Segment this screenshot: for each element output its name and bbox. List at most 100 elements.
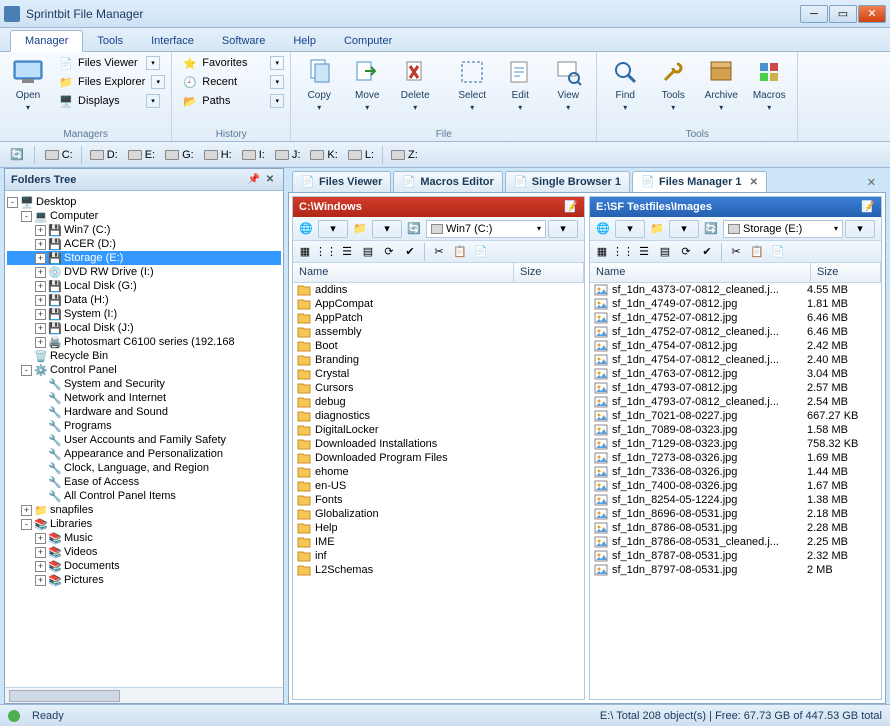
dropdown-icon[interactable]: ▾ xyxy=(151,75,165,89)
tabs-close-button[interactable]: ✕ xyxy=(861,173,882,192)
note-icon[interactable]: 📝 xyxy=(861,200,875,214)
tree-node[interactable]: +💾Local Disk (J:) xyxy=(7,321,281,335)
paste-icon[interactable]: 📄 xyxy=(472,244,490,260)
expander-icon[interactable]: + xyxy=(35,281,46,292)
expander-icon[interactable]: + xyxy=(35,309,46,320)
tools-button[interactable]: Tools▾ xyxy=(651,54,695,114)
view-list-icon[interactable]: ⋮⋮ xyxy=(614,244,632,260)
delete-button[interactable]: Delete▾ xyxy=(393,54,437,114)
horizontal-scrollbar[interactable] xyxy=(5,687,283,703)
file-tab[interactable]: 📄Macros Editor xyxy=(393,171,502,192)
note-icon[interactable]: 📝 xyxy=(564,200,578,214)
tree-node[interactable]: -📚Libraries xyxy=(7,517,281,531)
name-column[interactable]: Name xyxy=(293,263,514,282)
tree-node[interactable]: 🔧System and Security xyxy=(7,377,281,391)
paste-icon[interactable]: 📄 xyxy=(769,244,787,260)
recent-button[interactable]: 🕘Recent xyxy=(178,73,268,91)
drive-button-l[interactable]: L: xyxy=(344,147,378,163)
size-column[interactable]: Size xyxy=(514,263,584,282)
menu-tab-tools[interactable]: Tools xyxy=(83,31,137,51)
menu-tab-software[interactable]: Software xyxy=(208,31,279,51)
macros-button[interactable]: Macros▾ xyxy=(747,54,791,114)
tree-node[interactable]: +📚Documents xyxy=(7,559,281,573)
refresh-icon[interactable]: ⟳ xyxy=(380,244,398,260)
file-row[interactable]: debug xyxy=(293,395,584,409)
drive-button-k[interactable]: K: xyxy=(306,147,341,163)
file-row[interactable]: sf_1dn_4763-07-0812.jpg3.04 MB xyxy=(590,367,881,381)
cut-icon[interactable]: ✂ xyxy=(430,244,448,260)
file-tab[interactable]: 📄Files Manager 1✕ xyxy=(632,171,767,192)
tree-node[interactable]: +📁snapfiles xyxy=(7,503,281,517)
file-row[interactable]: IME xyxy=(293,535,584,549)
drive-button-d[interactable]: D: xyxy=(86,147,122,163)
file-row[interactable]: sf_1dn_4754-07-0812.jpg2.42 MB xyxy=(590,339,881,353)
favorites-button[interactable]: ⭐Favorites xyxy=(178,54,268,72)
dropdown-icon[interactable]: ▾ xyxy=(146,94,160,108)
file-tab[interactable]: 📄Single Browser 1 xyxy=(505,171,630,192)
expander-icon[interactable]: + xyxy=(35,533,46,544)
tree-node[interactable]: +💾Data (H:) xyxy=(7,293,281,307)
tab-close-icon[interactable]: ✕ xyxy=(750,177,758,188)
dropdown-button[interactable]: ▾ xyxy=(669,220,699,238)
copy-icon[interactable]: 📋 xyxy=(451,244,469,260)
tree-node[interactable]: +💾Storage (E:) xyxy=(7,251,281,265)
file-row[interactable]: Branding xyxy=(293,353,584,367)
file-row[interactable]: Downloaded Program Files xyxy=(293,451,584,465)
file-row[interactable]: inf xyxy=(293,549,584,563)
tree-node[interactable]: 🔧All Control Panel Items xyxy=(7,489,281,503)
tree-node[interactable]: +💾Win7 (C:) xyxy=(7,223,281,237)
folder-up-icon[interactable]: 📁 xyxy=(350,220,370,238)
expander-icon[interactable]: + xyxy=(35,253,46,264)
archive-button[interactable]: Archive▾ xyxy=(699,54,743,114)
drive-button-c[interactable]: C: xyxy=(41,147,77,163)
panel-close-button[interactable]: ✕ xyxy=(263,173,277,187)
dropdown-button[interactable]: ▾ xyxy=(548,220,578,238)
tree-node[interactable]: 🔧Clock, Language, and Region xyxy=(7,461,281,475)
file-row[interactable]: sf_1dn_8254-05-1224.jpg1.38 MB xyxy=(590,493,881,507)
tree-node[interactable]: +📚Pictures xyxy=(7,573,281,587)
file-row[interactable]: sf_1dn_7273-08-0326.jpg1.69 MB xyxy=(590,451,881,465)
file-row[interactable]: Crystal xyxy=(293,367,584,381)
drive-button-h[interactable]: H: xyxy=(200,147,236,163)
drive-button-z[interactable]: Z: xyxy=(387,147,422,163)
pin-button[interactable]: 📌 xyxy=(247,173,261,187)
tree-node[interactable]: 🔧Appearance and Personalization xyxy=(7,447,281,461)
check-icon[interactable]: ✔ xyxy=(401,244,419,260)
tree-node[interactable]: 🔧Ease of Access xyxy=(7,475,281,489)
cut-icon[interactable]: ✂ xyxy=(727,244,745,260)
view-tiles-icon[interactable]: ▤ xyxy=(359,244,377,260)
tree-body[interactable]: -🖥️Desktop-💻Computer+💾Win7 (C:)+💾ACER (D… xyxy=(5,191,283,687)
menu-tab-help[interactable]: Help xyxy=(279,31,330,51)
tree-node[interactable]: 🔧Programs xyxy=(7,419,281,433)
dropdown-icon[interactable]: ▾ xyxy=(146,56,160,70)
expander-icon[interactable]: + xyxy=(35,575,46,586)
file-row[interactable]: diagnostics xyxy=(293,409,584,423)
refresh-icon[interactable]: ⟳ xyxy=(677,244,695,260)
files-viewer-button[interactable]: 📄Files Viewer xyxy=(54,54,144,72)
file-row[interactable]: en-US xyxy=(293,479,584,493)
file-row[interactable]: sf_1dn_7129-08-0323.jpg758.32 KB xyxy=(590,437,881,451)
expander-icon[interactable]: + xyxy=(21,505,32,516)
file-row[interactable]: sf_1dn_4752-07-0812_cleaned.j...6.46 MB xyxy=(590,325,881,339)
file-row[interactable]: Fonts xyxy=(293,493,584,507)
expander-icon[interactable]: + xyxy=(35,547,46,558)
file-row[interactable]: assembly xyxy=(293,325,584,339)
edit-button[interactable]: Edit▾ xyxy=(498,54,542,114)
expander-icon[interactable]: - xyxy=(7,197,18,208)
view-details-icon[interactable]: ☰ xyxy=(635,244,653,260)
file-row[interactable]: ehome xyxy=(293,465,584,479)
view-button[interactable]: View▾ xyxy=(546,54,590,114)
tree-node[interactable]: -💻Computer xyxy=(7,209,281,223)
drive-button-e[interactable]: E: xyxy=(124,147,159,163)
expander-icon[interactable]: - xyxy=(21,365,32,376)
file-row[interactable]: Boot xyxy=(293,339,584,353)
globe-icon[interactable]: 🌐 xyxy=(593,220,613,238)
file-tab[interactable]: 📄Files Viewer xyxy=(292,171,391,192)
dropdown-button[interactable]: ▾ xyxy=(615,220,645,238)
tree-node[interactable]: +💿DVD RW Drive (I:) xyxy=(7,265,281,279)
file-row[interactable]: Globalization xyxy=(293,507,584,521)
file-row[interactable]: Help xyxy=(293,521,584,535)
paths-button[interactable]: 📂Paths xyxy=(178,92,268,110)
file-row[interactable]: L2Schemas xyxy=(293,563,584,577)
dropdown-icon[interactable]: ▾ xyxy=(270,94,284,108)
